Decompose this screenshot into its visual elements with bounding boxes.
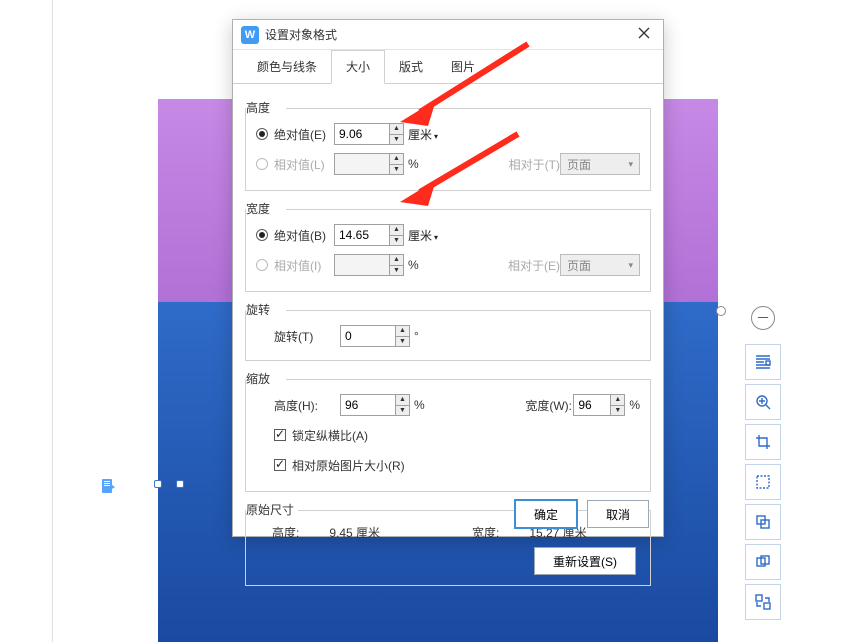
height-group: 高度 绝对值(E) ▲▼ 厘米 相对值(L) ▲▼ % 相对于(T) — [245, 108, 651, 191]
height-legend: 高度 — [246, 99, 274, 116]
orig-h-value: 9.45 厘米 — [329, 524, 380, 541]
height-rel-input — [335, 154, 389, 174]
spin-up-icon[interactable]: ▲ — [390, 225, 403, 236]
width-group: 宽度 绝对值(B) ▲▼ 厘米 相对值(I) ▲▼ % 相对于(E) — [245, 209, 651, 292]
spin-up-icon[interactable]: ▲ — [396, 395, 409, 406]
format-object-dialog: W 设置对象格式 颜色与线条 大小 版式 图片 高度 绝对值(E) ▲▼ 厘米 … — [232, 19, 664, 537]
height-abs-radio[interactable] — [256, 128, 268, 140]
spin-up-icon: ▲ — [390, 255, 403, 266]
width-legend: 宽度 — [246, 200, 274, 217]
width-rel-unit: % — [408, 258, 419, 272]
crop-tool[interactable] — [745, 424, 781, 460]
app-logo-icon: W — [241, 26, 259, 44]
height-rel-to-label: 相对于(T) — [509, 156, 560, 173]
width-abs-input[interactable] — [335, 225, 389, 245]
replace-tool[interactable] — [745, 584, 781, 620]
reset-button[interactable]: 重新设置(S) — [534, 547, 636, 575]
ok-button[interactable]: 确定 — [515, 500, 577, 528]
scale-legend: 缩放 — [246, 370, 274, 387]
rotate-spinner[interactable]: ▲▼ — [340, 325, 410, 347]
tab-color[interactable]: 颜色与线条 — [243, 50, 331, 83]
document-icon — [100, 478, 116, 494]
scale-group: 缩放 高度(H): ▲▼ % 宽度(W): ▲▼ % 锁定纵横比(A) — [245, 379, 651, 492]
width-abs-unit[interactable]: 厘米 — [408, 227, 438, 244]
right-toolbar: － — [743, 300, 783, 622]
relative-original-label: 相对原始图片大小(R) — [292, 457, 405, 474]
rotate-legend: 旋转 — [246, 301, 274, 318]
lock-aspect-label: 锁定纵横比(A) — [292, 427, 368, 444]
width-rel-spinner: ▲▼ — [334, 254, 404, 276]
selection-handle[interactable] — [176, 480, 184, 488]
spin-up-icon[interactable]: ▲ — [390, 124, 403, 135]
tab-picture[interactable]: 图片 — [437, 50, 489, 83]
scale-h-input[interactable] — [341, 395, 395, 415]
spin-down-icon[interactable]: ▼ — [390, 135, 403, 145]
scale-w-input[interactable] — [574, 395, 610, 415]
tab-size[interactable]: 大小 — [331, 50, 385, 84]
scale-h-unit: % — [414, 398, 425, 412]
dialog-titlebar: W 设置对象格式 — [233, 20, 663, 50]
scale-w-spinner[interactable]: ▲▼ — [573, 394, 625, 416]
width-rel-to-select: 页面 — [560, 254, 640, 276]
arrange-tool[interactable] — [745, 504, 781, 540]
width-rel-radio[interactable] — [256, 259, 268, 271]
zoom-tool[interactable] — [745, 384, 781, 420]
selection-handle[interactable] — [154, 480, 162, 488]
select-tool[interactable] — [745, 464, 781, 500]
scale-h-label: 高度(H): — [274, 397, 340, 414]
spin-down-icon[interactable]: ▼ — [390, 236, 403, 246]
tab-layout[interactable]: 版式 — [385, 50, 437, 83]
width-rel-label: 相对值(I) — [274, 257, 334, 274]
group-tool[interactable] — [745, 544, 781, 580]
rotate-group: 旋转 旋转(T) ▲▼ ° — [245, 310, 651, 361]
cancel-button[interactable]: 取消 — [587, 500, 649, 528]
dialog-title: 设置对象格式 — [265, 26, 633, 43]
height-rel-label: 相对值(L) — [274, 156, 334, 173]
relative-original-checkbox[interactable] — [274, 459, 286, 471]
orig-w-label: 宽度: — [472, 524, 499, 541]
scale-w-unit: % — [629, 398, 640, 412]
orig-h-label: 高度: — [272, 524, 299, 541]
spin-up-icon[interactable]: ▲ — [396, 326, 409, 337]
width-abs-label: 绝对值(B) — [274, 227, 334, 244]
height-abs-spinner[interactable]: ▲▼ — [334, 123, 404, 145]
spin-down-icon: ▼ — [390, 165, 403, 175]
spin-down-icon[interactable]: ▼ — [611, 406, 624, 416]
width-abs-spinner[interactable]: ▲▼ — [334, 224, 404, 246]
spin-down-icon[interactable]: ▼ — [396, 337, 409, 347]
close-button[interactable] — [633, 27, 655, 42]
height-rel-radio[interactable] — [256, 158, 268, 170]
rotation-handle[interactable] — [716, 306, 726, 316]
height-rel-to-select: 页面 — [560, 153, 640, 175]
dialog-footer: 确定 取消 — [515, 500, 649, 528]
lock-aspect-checkbox[interactable] — [274, 429, 286, 441]
spin-down-icon[interactable]: ▼ — [396, 406, 409, 416]
rotate-unit: ° — [414, 329, 419, 343]
width-rel-to-value: 页面 — [567, 257, 591, 274]
spin-down-icon: ▼ — [390, 266, 403, 276]
width-rel-to-label: 相对于(E) — [508, 257, 560, 274]
minus-circle-button[interactable]: － — [751, 306, 775, 330]
height-rel-unit: % — [408, 157, 419, 171]
spin-up-icon[interactable]: ▲ — [611, 395, 624, 406]
width-abs-radio[interactable] — [256, 229, 268, 241]
rotate-input[interactable] — [341, 326, 395, 346]
text-wrap-tool[interactable] — [745, 344, 781, 380]
height-abs-unit[interactable]: 厘米 — [408, 126, 438, 143]
dialog-tabs: 颜色与线条 大小 版式 图片 — [233, 50, 663, 84]
height-rel-to-value: 页面 — [567, 156, 591, 173]
scale-h-spinner[interactable]: ▲▼ — [340, 394, 410, 416]
height-abs-label: 绝对值(E) — [274, 126, 334, 143]
height-rel-spinner: ▲▼ — [334, 153, 404, 175]
height-abs-input[interactable] — [335, 124, 389, 144]
width-rel-input — [335, 255, 389, 275]
rotate-label: 旋转(T) — [274, 328, 340, 345]
spin-up-icon: ▲ — [390, 154, 403, 165]
scale-w-label: 宽度(W): — [525, 397, 573, 414]
original-legend: 原始尺寸 — [246, 501, 298, 518]
